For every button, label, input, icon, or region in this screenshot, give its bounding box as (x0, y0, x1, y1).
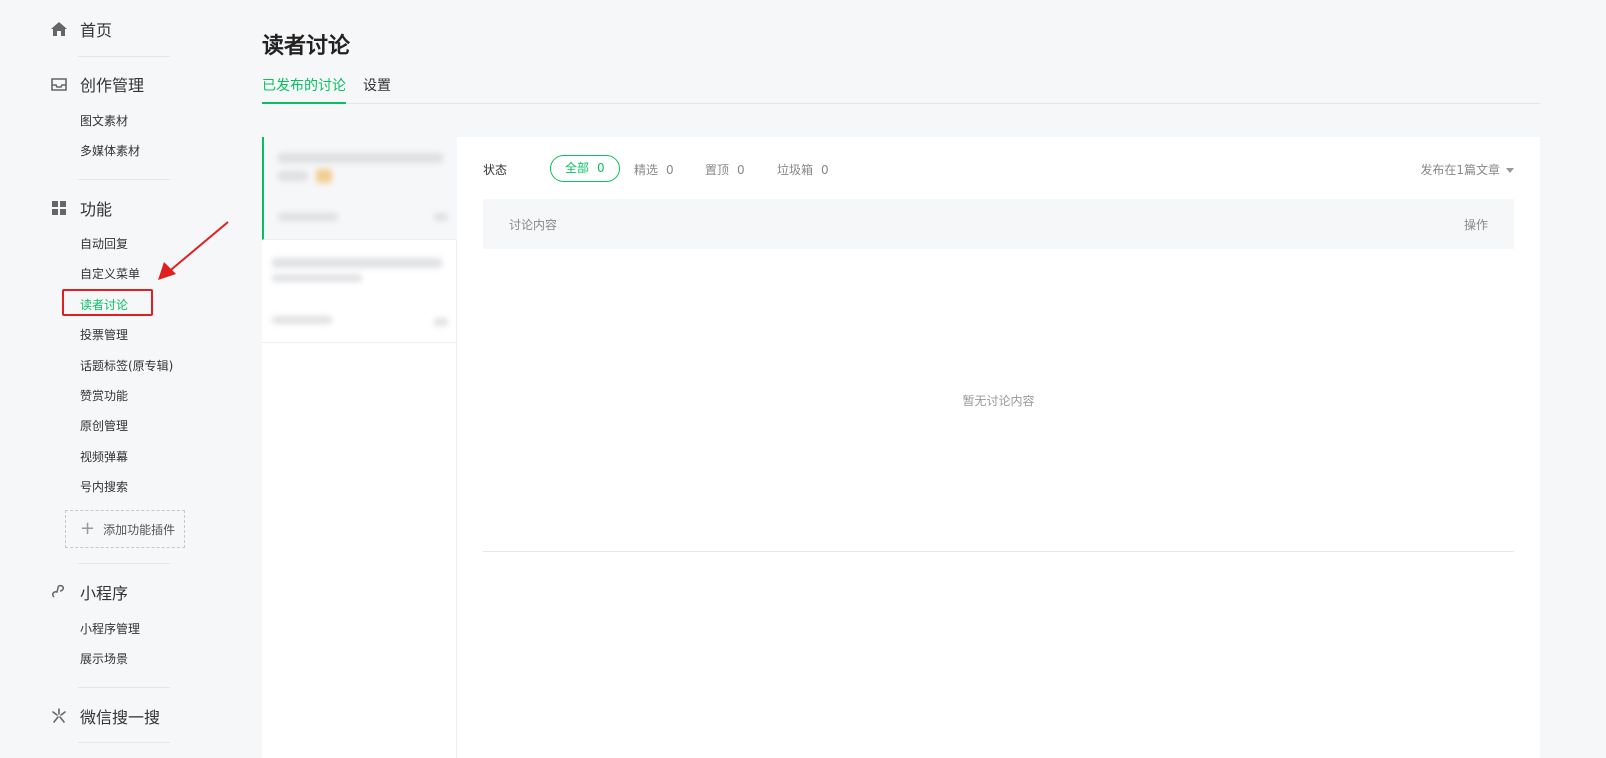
empty-state: 暂无讨论内容 (483, 249, 1514, 552)
sidebar-item-custom-menu[interactable]: 自定义菜单 (80, 264, 140, 284)
discussion-panel: 状态 全部 0 精选 0 置顶 0 垃圾箱 0 发布在1篇文章 讨论内容 操作 暂无讨论… (457, 137, 1540, 758)
sidebar-item-miniprogram-management[interactable]: 小程序管理 (80, 619, 140, 639)
status-label: 状态 (483, 163, 508, 177)
table-header: 讨论内容 操作 (483, 199, 1514, 249)
filter-count: 0 (597, 161, 605, 175)
blurred-text (278, 171, 308, 181)
column-header-content: 讨论内容 (509, 218, 558, 232)
blurred-text (434, 318, 448, 326)
sidebar-section-creation[interactable]: 创作管理 (50, 72, 144, 96)
divider (78, 179, 170, 180)
sidebar-item-display-scenes[interactable]: 展示场景 (80, 649, 128, 669)
grid-icon (50, 199, 68, 217)
sidebar-item-image-text-material[interactable]: 图文素材 (80, 111, 128, 131)
blurred-text (434, 213, 448, 221)
divider (78, 742, 170, 743)
list-item[interactable] (262, 240, 457, 343)
blurred-text (278, 153, 443, 163)
add-plugin-label: 添加功能插件 (103, 522, 176, 537)
divider (78, 56, 170, 57)
tab-bar: 已发布的讨论 设置 (262, 76, 1540, 104)
divider (78, 563, 170, 564)
tab-published-discussions[interactable]: 已发布的讨论 (262, 76, 346, 104)
status-filter-bar: 状态 全部 0 精选 0 置顶 0 垃圾箱 0 发布在1篇文章 (483, 155, 1514, 183)
blurred-text (272, 274, 362, 282)
filter-count: 0 (737, 163, 745, 177)
page-title: 读者讨论 (262, 34, 351, 59)
filter-trash[interactable]: 垃圾箱 0 (777, 161, 829, 178)
plus-icon: + (80, 518, 96, 539)
sidebar-item-vote-management[interactable]: 投票管理 (80, 325, 128, 345)
empty-state-text: 暂无讨论内容 (962, 393, 1035, 408)
blurred-text (278, 213, 338, 221)
sidebar-item-media-material[interactable]: 多媒体素材 (80, 141, 140, 161)
list-item[interactable] (262, 137, 457, 240)
sidebar-item-label: 首页 (80, 21, 113, 40)
blurred-thumbnail (316, 169, 332, 183)
sidebar-item-auto-reply[interactable]: 自动回复 (80, 234, 128, 254)
filter-featured[interactable]: 精选 0 (634, 161, 674, 178)
sidebar-item-account-search[interactable]: 号内搜索 (80, 477, 128, 497)
filter-all[interactable]: 全部 0 (550, 155, 620, 182)
dropdown-label: 发布在1篇文章 (1420, 163, 1500, 177)
filter-pinned[interactable]: 置顶 0 (705, 161, 745, 178)
link-icon (50, 583, 68, 601)
sidebar-section-label: 微信搜一搜 (80, 708, 161, 727)
divider (78, 687, 170, 688)
sidebar: 首页 创作管理 图文素材 多媒体素材 功能 自动回复 自定义菜单 读者讨论 投票… (0, 0, 240, 758)
sidebar-section-miniprogram[interactable]: 小程序 (50, 580, 128, 604)
blurred-text (272, 316, 332, 324)
filter-label: 精选 (634, 163, 659, 177)
column-header-action: 操作 (1463, 218, 1488, 232)
filter-count: 0 (666, 163, 674, 177)
sidebar-item-home[interactable]: 首页 (50, 17, 112, 41)
sidebar-section-features[interactable]: 功能 (50, 196, 112, 220)
filter-label: 全部 (565, 161, 590, 175)
sidebar-section-label: 创作管理 (80, 76, 145, 95)
sidebar-section-label: 小程序 (80, 584, 129, 603)
annotation-arrow-icon (158, 221, 229, 280)
tab-settings[interactable]: 设置 (363, 76, 391, 104)
filter-label: 置顶 (705, 163, 730, 177)
add-plugin-button[interactable]: + 添加功能插件 (65, 510, 185, 548)
home-icon (50, 20, 68, 38)
filter-count: 0 (821, 163, 829, 177)
sidebar-item-video-danmaku[interactable]: 视频弹幕 (80, 447, 128, 467)
sidebar-item-reward[interactable]: 赞赏功能 (80, 386, 128, 406)
annotation-highlight-box (62, 289, 153, 316)
caret-down-icon (1506, 168, 1514, 173)
sidebar-section-wechat-search[interactable]: 微信搜一搜 (50, 704, 160, 728)
sidebar-section-label: 功能 (80, 200, 113, 219)
article-scope-dropdown[interactable]: 发布在1篇文章 (1420, 161, 1514, 178)
sparkle-icon (50, 707, 68, 725)
article-list (262, 137, 457, 758)
blurred-text (272, 258, 442, 268)
filter-label: 垃圾箱 (777, 163, 814, 177)
sidebar-item-topic-tags[interactable]: 话题标签(原专辑) (80, 356, 173, 376)
inbox-icon (50, 75, 68, 93)
sidebar-item-original-management[interactable]: 原创管理 (80, 416, 128, 436)
